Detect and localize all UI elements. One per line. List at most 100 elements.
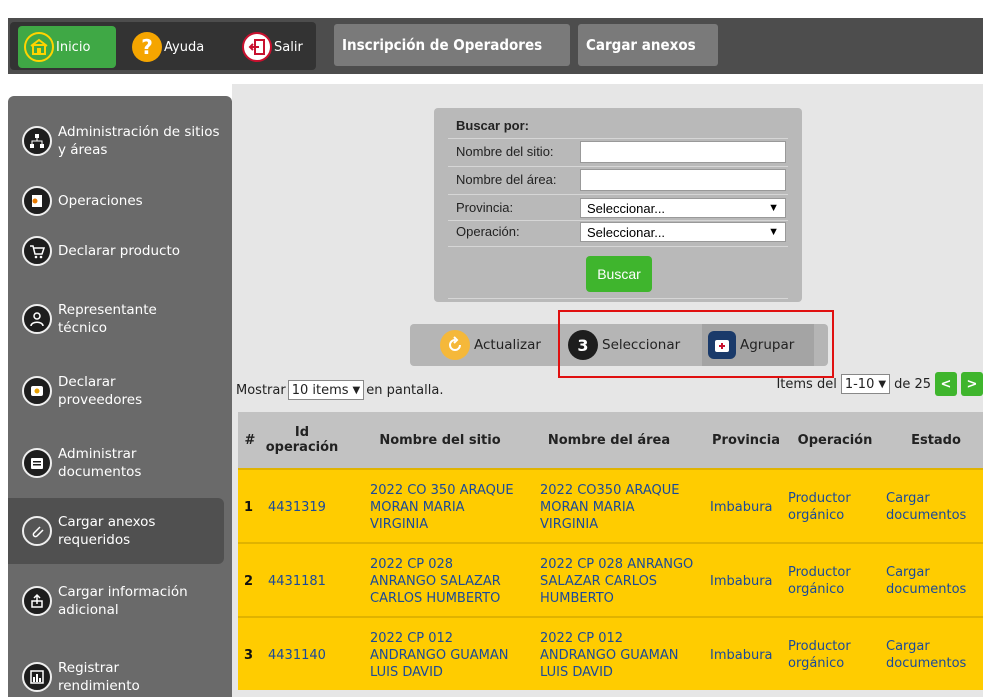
operation-type: Productor orgánico xyxy=(788,639,851,671)
nav-ayuda-button[interactable]: ? Ayuda xyxy=(126,26,230,68)
sidebar-item-label: Declarar producto xyxy=(58,243,180,259)
chevron-down-icon: ▼ xyxy=(352,384,361,396)
actualizar-label: Actualizar xyxy=(474,337,541,353)
sidebar: Administración de sitios y áreas Operaci… xyxy=(8,96,232,697)
divider xyxy=(448,166,788,167)
operation-id: 4431319 xyxy=(268,499,326,515)
provincia-label: Provincia: xyxy=(456,200,514,215)
operations-icon xyxy=(22,186,52,216)
divider xyxy=(448,220,788,221)
sidebar-item-label: Declarar proveedores xyxy=(58,374,143,408)
divider xyxy=(448,194,788,195)
nav-ayuda-label: Ayuda xyxy=(164,39,205,55)
sidebar-item-declarar-producto[interactable]: Declarar producto xyxy=(8,218,224,284)
sidebar-item-label: Cargar anexos requeridos xyxy=(58,514,156,548)
search-panel: Buscar por: Nombre del sitio: Nombre del… xyxy=(434,108,802,302)
site-name[interactable]: 2022 CP 012 ANDRANGO GUAMAN LUIS DAVID xyxy=(370,618,520,692)
sidebar-item-label: Registrar rendimiento xyxy=(58,660,140,694)
column-header: Estado xyxy=(911,432,961,448)
row-number: 1 xyxy=(244,499,254,515)
sitemap-icon xyxy=(22,126,52,156)
sidebar-item-registrar-rendimiento[interactable]: Registrar rendimiento xyxy=(8,644,224,697)
operation-type: Productor orgánico xyxy=(788,491,851,523)
site-name-input[interactable] xyxy=(580,141,786,163)
nav-inicio-button[interactable]: Inicio xyxy=(18,26,116,68)
provincia-select-value: Seleccionar... xyxy=(587,200,666,216)
pagination: Items del 1-10 ▼ de 25 < > xyxy=(776,372,983,396)
row-number: 2 xyxy=(244,573,254,589)
sidebar-item-cargar-informacion[interactable]: Cargar información adicional xyxy=(8,568,224,634)
site-name[interactable]: 2022 CO 350 ARAQUE MORAN MARIA VIRGINIA xyxy=(370,470,520,544)
buscar-button[interactable]: Buscar xyxy=(586,256,652,292)
divider xyxy=(448,138,788,139)
status-link[interactable]: Cargar documentos xyxy=(886,618,976,692)
column-header: Provincia xyxy=(712,432,780,448)
items-per-page-value: 10 items xyxy=(291,382,349,398)
inscripcion-operadores-button[interactable]: Inscripción de Operadores xyxy=(334,24,570,66)
province: Imbabura xyxy=(710,647,773,663)
sidebar-item-label: Cargar información adicional xyxy=(58,584,188,618)
main-content: Buscar por: Nombre del sitio: Nombre del… xyxy=(232,84,983,697)
operacion-label: Operación: xyxy=(456,224,520,239)
next-page-button[interactable]: > xyxy=(961,372,983,396)
mostrar-label: Mostrar xyxy=(236,382,286,398)
items-per-page-select[interactable]: 10 items ▼ xyxy=(287,380,365,400)
column-header: Nombre del área xyxy=(547,432,671,448)
table-row[interactable]: 1 4431319 2022 CO 350 ARAQUE MORAN MARIA… xyxy=(238,468,983,542)
items-del-label: Items del xyxy=(776,376,837,392)
sidebar-item-cargar-anexos[interactable]: Cargar anexos requeridos xyxy=(8,498,224,564)
area-name-input[interactable] xyxy=(580,169,786,191)
sidebar-item-administrar-documentos[interactable]: Administrar documentos xyxy=(8,430,224,496)
search-title: Buscar por: xyxy=(456,118,529,133)
operation-type: Productor orgánico xyxy=(788,565,851,597)
chevron-down-icon: ▼ xyxy=(768,226,779,238)
divider xyxy=(448,246,788,247)
table-row[interactable]: 3 4431140 2022 CP 012 ANDRANGO GUAMAN LU… xyxy=(238,616,983,690)
help-icon: ? xyxy=(132,32,162,62)
sidebar-item-label: Administración de sitios y áreas xyxy=(58,124,220,158)
area-name-label: Nombre del área: xyxy=(456,172,557,187)
provincia-select[interactable]: Seleccionar... ▼ xyxy=(580,198,786,218)
cargar-anexos-nav-button[interactable]: Cargar anexos xyxy=(578,24,718,66)
prev-page-button[interactable]: < xyxy=(935,372,957,396)
sidebar-item-representante-tecnico[interactable]: Representante técnico xyxy=(8,286,224,352)
nav-salir-label: Salir xyxy=(274,39,303,55)
user-tie-icon xyxy=(22,304,52,334)
area-name[interactable]: 2022 CP 028 ANRANGO SALAZAR CARLOS HUMBE… xyxy=(540,544,696,618)
column-header: Nombre del sitio xyxy=(379,432,501,448)
nav-salir-button[interactable]: Salir xyxy=(236,26,314,68)
sidebar-item-label: Operaciones xyxy=(58,193,143,209)
column-header: Id operación xyxy=(265,425,339,455)
operacion-select[interactable]: Seleccionar... ▼ xyxy=(580,222,786,242)
nav-button-group: Inicio ? Ayuda Salir xyxy=(10,22,316,70)
chart-icon xyxy=(22,662,52,692)
column-header: Operación xyxy=(797,432,873,448)
sidebar-item-label: Administrar documentos xyxy=(58,446,142,480)
actualizar-button[interactable]: Actualizar xyxy=(440,324,541,366)
supplier-icon xyxy=(22,376,52,406)
operation-id: 4431140 xyxy=(268,647,326,663)
total-label: de 25 xyxy=(894,376,931,392)
main-navigation: Inicio ? Ayuda Salir Inscripción de Oper… xyxy=(8,18,983,74)
site-name[interactable]: 2022 CP 028 ANRANGO SALAZAR CARLOS HUMBE… xyxy=(370,544,520,618)
sidebar-item-declarar-proveedores[interactable]: Declarar proveedores xyxy=(8,358,224,424)
cart-icon xyxy=(22,236,52,266)
status-link[interactable]: Cargar documentos xyxy=(886,470,976,544)
sidebar-item-administracion-sitios[interactable]: Administración de sitios y áreas xyxy=(8,108,224,174)
status-link[interactable]: Cargar documentos xyxy=(886,544,976,618)
operation-id: 4431181 xyxy=(268,573,326,589)
paperclip-icon xyxy=(22,516,52,546)
en-pantalla-label: en pantalla. xyxy=(366,382,444,398)
area-name[interactable]: 2022 CO350 ARAQUE MORAN MARIA VIRGINIA xyxy=(540,470,696,544)
table-row[interactable]: 2 4431181 2022 CP 028 ANRANGO SALAZAR CA… xyxy=(238,542,983,616)
page-range-select[interactable]: 1-10 ▼ xyxy=(840,374,891,394)
divider xyxy=(448,298,788,299)
area-name[interactable]: 2022 CP 012 ANDRANGO GUAMAN LUIS DAVID xyxy=(540,618,696,692)
page-range-value: 1-10 xyxy=(844,376,875,392)
nav-inicio-label: Inicio xyxy=(56,39,91,55)
refresh-icon xyxy=(440,330,470,360)
chevron-down-icon: ▼ xyxy=(878,378,887,390)
province: Imbabura xyxy=(710,573,773,589)
sidebar-item-label: Representante técnico xyxy=(58,302,157,336)
row-number: 3 xyxy=(244,647,254,663)
